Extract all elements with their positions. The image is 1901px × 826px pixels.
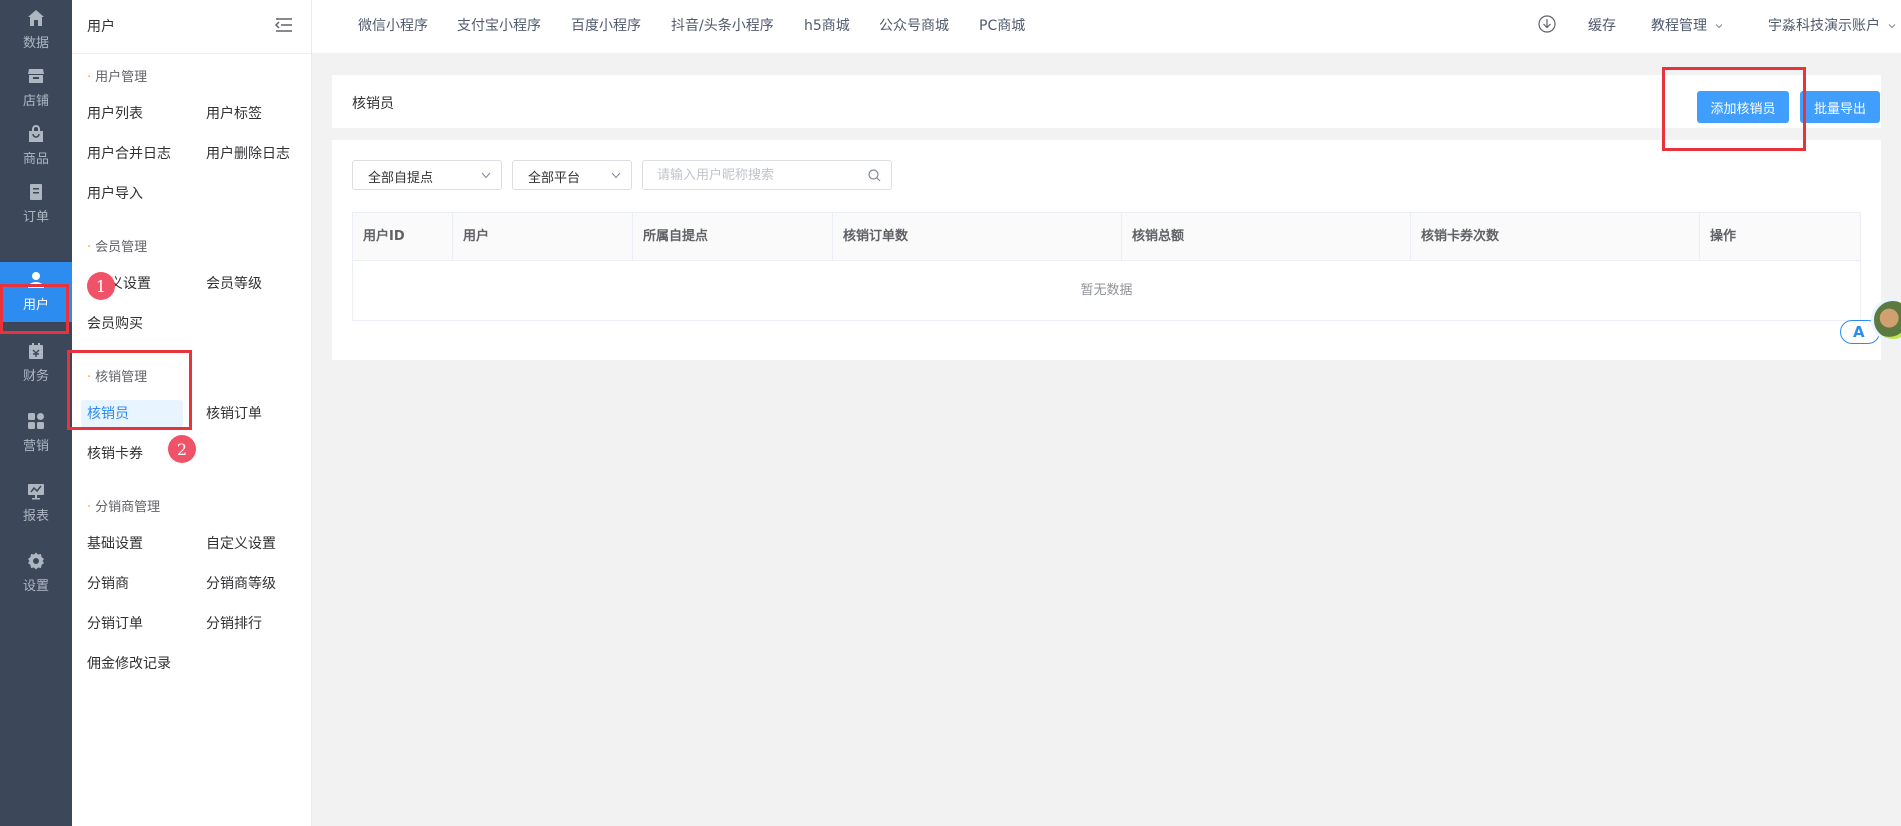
col-pickup-point: 所属自提点 [633,213,833,260]
rail-label: 设置 [22,579,49,594]
empty-state: 暂无数据 [1080,283,1133,298]
group-title-user-management: 用户管理 [87,66,147,85]
gear-icon [28,552,44,570]
group-title-member-management: 会员管理 [87,236,147,255]
top-link-douyin-miniapp[interactable]: 抖音/头条小程序 [671,15,774,35]
top-link-baidu-miniapp[interactable]: 百度小程序 [571,15,641,35]
rail-item-marketing[interactable]: 营销 [0,403,72,463]
rail-label: 用户 [22,298,49,313]
menu-member-purchase[interactable]: 会员购买 [81,310,149,338]
col-user-id: 用户ID [353,213,453,260]
col-actions: 操作 [1710,229,1737,244]
rail-item-reports[interactable]: 报表 [0,473,72,533]
menu-distributors[interactable]: 分销商 [81,570,135,598]
group-title-distributor-management: 分销商管理 [87,496,160,515]
chart-icon [28,484,44,500]
user-submenu: 用户 用户管理 用户列表 用户标签 用户合并日志 用户删除日志 用户导入 会员管… [72,0,312,826]
bag-icon [29,125,43,142]
rail-label: 财务 [22,369,49,384]
menu-basic-settings[interactable]: 基础设置 [81,530,149,558]
main-nav-rail: 数据 店铺 商品 订单 用户 财务 营销 报表 设置 [0,0,72,826]
menu-distribution-orders[interactable]: 分销订单 [81,610,149,638]
menu-custom-settings[interactable]: 自定义设置 [200,530,282,558]
menu-commission-log[interactable]: 佣金修改记录 [81,650,177,678]
col-order-count: 核销订单数 [833,213,1122,260]
account-menu[interactable]: 宇淼科技演示账户 [1768,15,1896,35]
menu-user-list[interactable]: 用户列表 [81,100,149,128]
batch-export-button[interactable]: 批量导出 [1800,91,1880,123]
menu-member-levels[interactable]: 会员等级 [200,270,268,298]
menu-distribution-ranking[interactable]: 分销排行 [200,610,268,638]
col-user: 用户 [453,213,633,260]
rail-item-data[interactable]: 数据 [0,0,72,60]
rail-item-store[interactable]: 店铺 [0,58,72,118]
top-link-official-account-mall[interactable]: 公众号商城 [879,15,949,35]
rail-item-users[interactable]: 用户 [0,262,72,322]
menu-verifier[interactable]: 核销员 [81,400,183,428]
top-link-h5-mall[interactable]: h5商城 [804,15,850,35]
submenu-header: 用户 [72,0,311,54]
rail-label: 订单 [22,210,49,225]
finance-icon [29,343,43,359]
chevron-down-icon [611,172,621,179]
group-title-verification-management: 核销管理 [87,366,147,385]
tutorial-label: 教程管理 [1651,18,1707,34]
menu-user-merge-log[interactable]: 用户合并日志 [81,140,177,168]
home-icon [28,10,44,26]
rail-item-orders[interactable]: 订单 [0,174,72,234]
top-link-pc-mall[interactable]: PC商城 [979,15,1025,35]
search-icon[interactable] [868,169,881,182]
order-icon [30,184,42,200]
menu-user-import[interactable]: 用户导入 [81,180,149,208]
chevron-down-icon [1888,24,1896,29]
download-icon[interactable] [1538,15,1556,33]
content-card: 全部自提点 全部平台 用户ID 用户 所属自提点 核销订单数 核销总额 核销卡券… [332,140,1881,360]
rail-label: 商品 [22,152,49,167]
pickup-point-value: 全部自提点 [368,171,434,186]
chevron-down-icon [481,172,491,179]
store-icon [28,69,44,83]
grid-icon [28,413,44,429]
menu-distributor-levels[interactable]: 分销商等级 [200,570,282,598]
rail-label: 营销 [22,439,49,454]
step-badge-1: 1 [87,272,115,300]
menu-user-tags[interactable]: 用户标签 [200,100,268,128]
top-bar: 微信小程序 支付宝小程序 百度小程序 抖音/头条小程序 h5商城 公众号商城 P… [312,0,1901,53]
submenu-title: 用户 [87,19,115,35]
menu-verification-coupons[interactable]: 核销卡券 [81,440,149,468]
pickup-point-select[interactable]: 全部自提点 [352,160,502,190]
page-header-card: 核销员 添加核销员 批量导出 [332,75,1881,128]
step-badge-2: 2 [168,435,196,463]
col-total-amount: 核销总额 [1122,213,1411,260]
menu-user-delete-log[interactable]: 用户删除日志 [200,140,296,168]
page-title: 核销员 [352,96,394,112]
rail-item-finance[interactable]: 财务 [0,333,72,393]
top-link-wechat-miniapp[interactable]: 微信小程序 [358,15,428,35]
rail-item-settings[interactable]: 设置 [0,543,72,603]
verifier-table: 用户ID 用户 所属自提点 核销订单数 核销总额 核销卡券次数 操作 暂无数据 [352,212,1861,321]
rail-label: 报表 [22,509,49,524]
tutorial-menu[interactable]: 教程管理 [1651,15,1723,35]
menu-verification-orders[interactable]: 核销订单 [200,400,268,428]
user-icon [28,272,44,288]
collapse-menu-icon[interactable] [275,17,293,33]
table-header: 用户ID 用户 所属自提点 核销订单数 核销总额 核销卡券次数 操作 [353,213,1860,261]
platform-value: 全部平台 [528,171,581,186]
rail-label: 数据 [22,36,49,51]
top-link-alipay-miniapp[interactable]: 支付宝小程序 [457,15,541,35]
platform-select[interactable]: 全部平台 [512,160,632,190]
nickname-search [642,160,892,190]
add-verifier-button[interactable]: 添加核销员 [1697,91,1789,123]
rail-label: 店铺 [22,94,49,109]
account-name: 宇淼科技演示账户 [1768,18,1880,34]
chevron-down-icon [1715,24,1723,29]
col-coupon-count: 核销卡券次数 [1411,213,1700,260]
rail-item-goods[interactable]: 商品 [0,116,72,176]
cache-link[interactable]: 缓存 [1588,15,1616,35]
nickname-search-input[interactable] [657,164,857,186]
